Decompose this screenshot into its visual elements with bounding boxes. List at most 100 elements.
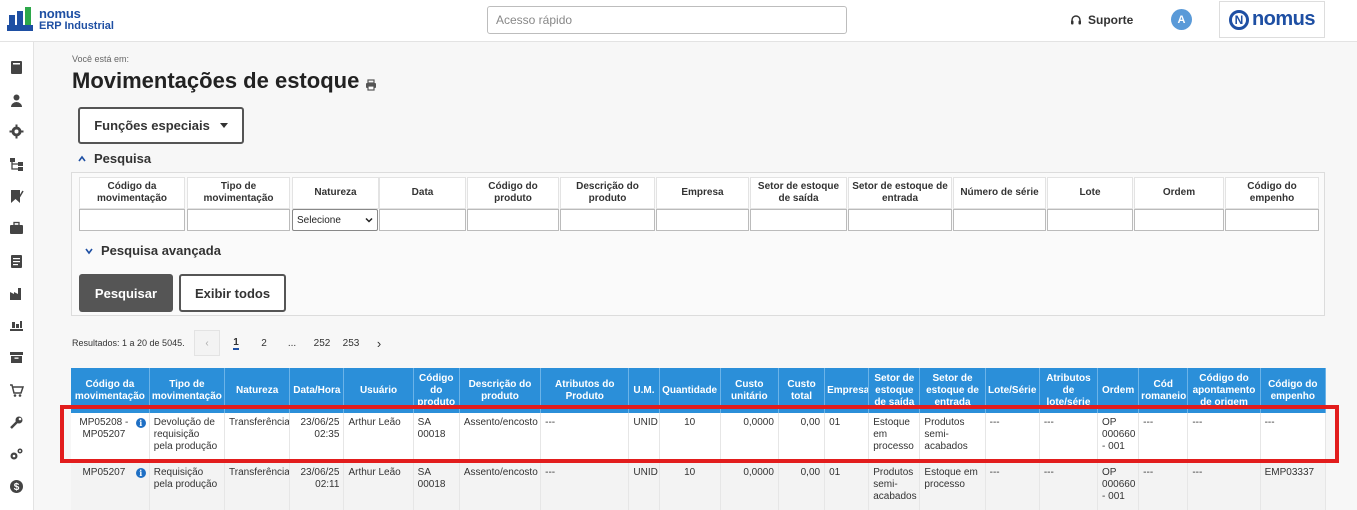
nomus-logo[interactable]: nomus ERP Industrial: [7, 7, 114, 33]
col-empenho[interactable]: Código do empenho: [1260, 368, 1327, 413]
filter-numero-serie-input[interactable]: [953, 209, 1046, 231]
top-bar: nomus ERP Industrial Suporte A N nomus: [0, 0, 1357, 42]
filter-descricao-input[interactable]: [560, 209, 655, 231]
filter-header-setor-saida: Setor de estoque de saída: [750, 177, 847, 209]
cogs-icon[interactable]: [9, 447, 24, 462]
cell-setor-saida: Produtos semi-acabados: [868, 462, 921, 510]
cell-codigo[interactable]: MP05207 i: [71, 462, 150, 510]
col-codigo[interactable]: Código da movimentação: [71, 368, 150, 413]
col-atributos-lote[interactable]: Atributos de lote/série: [1039, 368, 1099, 413]
col-romaneio[interactable]: Cód romaneio: [1138, 368, 1189, 413]
filter-codigo-produto-input[interactable]: [467, 209, 559, 231]
page-2-link[interactable]: 2: [257, 330, 271, 356]
cell-ordem: OP 000660 - 001: [1097, 462, 1140, 510]
cell-usuario: Arthur Leão: [343, 462, 414, 510]
tools-icon[interactable]: [9, 415, 24, 430]
info-icon[interactable]: i: [135, 418, 146, 428]
special-functions-button[interactable]: Funções especiais: [78, 107, 244, 144]
cell-atributos-lote: ---: [1039, 462, 1099, 510]
sidebar: $: [0, 42, 34, 510]
cart-icon[interactable]: [9, 383, 24, 398]
bookmark-icon[interactable]: [9, 189, 24, 204]
filter-header-codigo: Código da movimentação: [79, 177, 185, 209]
col-setor-saida[interactable]: Setor de estoque de saída: [868, 368, 921, 413]
page-253-link[interactable]: 253: [339, 330, 363, 356]
caret-down-icon: [219, 123, 228, 128]
gear-icon[interactable]: [9, 124, 24, 139]
dollar-icon[interactable]: $: [9, 479, 24, 494]
filter-empresa-input[interactable]: [656, 209, 749, 231]
cell-natureza: Transferência: [224, 413, 291, 463]
col-quantidade[interactable]: Quantidade: [659, 368, 721, 413]
col-descricao[interactable]: Descrição do produto: [459, 368, 542, 413]
book-icon[interactable]: [9, 60, 24, 75]
col-ordem[interactable]: Ordem: [1097, 368, 1140, 413]
table-row[interactable]: MP05207 i Requisição pela produção Transf…: [71, 462, 1327, 510]
cell-empenho: ---: [1260, 413, 1327, 463]
chevron-down-icon: [365, 217, 373, 223]
col-custo-unitario[interactable]: Custo unitário: [720, 368, 779, 413]
previous-page-button[interactable]: ‹: [194, 330, 220, 356]
filter-setor-saida-input[interactable]: [750, 209, 847, 231]
filter-empenho-input[interactable]: [1225, 209, 1319, 231]
show-all-button[interactable]: Exibir todos: [179, 274, 286, 312]
inventory-icon[interactable]: [9, 318, 24, 333]
search-panel: Código da movimentação Tipo de movimenta…: [71, 172, 1325, 316]
page-1-link[interactable]: 1: [229, 330, 243, 356]
ledger-icon[interactable]: [9, 254, 24, 269]
table-row[interactable]: MP05208 - MP05207 i Devolução de requisiç…: [71, 413, 1327, 463]
col-data-hora[interactable]: Data/Hora: [289, 368, 345, 413]
cell-codigo-produto: SA 00018: [413, 462, 460, 510]
print-icon[interactable]: [365, 79, 377, 91]
col-empresa[interactable]: Empresa: [824, 368, 870, 413]
archive-icon[interactable]: [9, 350, 24, 365]
next-page-button[interactable]: ›: [372, 330, 386, 356]
brand-name: nomus: [1251, 8, 1316, 30]
filter-codigo-input[interactable]: [79, 209, 185, 231]
cell-codigo-text: MP05207: [82, 466, 126, 478]
search-section-toggle[interactable]: Pesquisa: [78, 151, 151, 166]
col-apontamento[interactable]: Código do apontamento de origem: [1187, 368, 1261, 413]
briefcase-icon[interactable]: [9, 221, 24, 236]
factory-icon[interactable]: [9, 286, 24, 301]
special-functions-label: Funções especiais: [94, 118, 210, 133]
col-tipo[interactable]: Tipo de movimentação: [149, 368, 226, 413]
col-um[interactable]: U.M.: [628, 368, 660, 413]
quick-access-input[interactable]: [487, 6, 847, 34]
advanced-search-toggle[interactable]: Pesquisa avançada: [85, 243, 221, 258]
cell-natureza: Transferência: [224, 462, 291, 510]
search-button[interactable]: Pesquisar: [79, 274, 173, 312]
cell-codigo[interactable]: MP05208 - MP05207 i: [71, 413, 150, 463]
col-atributos[interactable]: Atributos do Produto: [540, 368, 630, 413]
col-usuario[interactable]: Usuário: [343, 368, 414, 413]
col-codigo-produto[interactable]: Código do produto: [413, 368, 460, 413]
cell-codigo-text: MP05208 - MP05207: [79, 417, 129, 440]
hierarchy-icon[interactable]: [9, 157, 24, 172]
col-custo-total[interactable]: Custo total: [778, 368, 826, 413]
col-setor-entrada[interactable]: Setor de estoque de entrada: [919, 368, 986, 413]
filter-natureza-select[interactable]: Selecione: [292, 209, 378, 231]
brand-mark-icon: N: [1228, 9, 1249, 30]
user-icon[interactable]: [9, 93, 24, 108]
filter-header-numero-serie: Número de série: [953, 177, 1046, 209]
results-count: Resultados: 1 a 20 de 5045.: [72, 338, 185, 348]
col-natureza[interactable]: Natureza: [224, 368, 291, 413]
filter-data-input[interactable]: [379, 209, 466, 231]
filter-setor-entrada-input[interactable]: [848, 209, 952, 231]
logo-subtitle: ERP Industrial: [39, 20, 114, 32]
page-ellipsis: ...: [287, 337, 297, 349]
cell-custo-total: 0,00: [778, 462, 826, 510]
cell-usuario: Arthur Leão: [343, 413, 414, 463]
page-252-link[interactable]: 252: [310, 330, 334, 356]
user-avatar[interactable]: A: [1171, 9, 1192, 30]
info-icon[interactable]: i: [135, 467, 146, 478]
cell-custo-unitario: 0,0000: [720, 413, 779, 463]
filter-tipo-input[interactable]: [187, 209, 290, 231]
cell-setor-entrada: Produtos semi-acabados: [919, 413, 986, 463]
filter-lote-input[interactable]: [1047, 209, 1133, 231]
filter-ordem-input[interactable]: [1134, 209, 1224, 231]
filter-header-natureza: Natureza: [292, 177, 379, 209]
cell-quantidade: 10: [659, 462, 721, 510]
col-lote-serie[interactable]: Lote/Série: [985, 368, 1040, 413]
support-link[interactable]: Suporte: [1070, 13, 1133, 27]
